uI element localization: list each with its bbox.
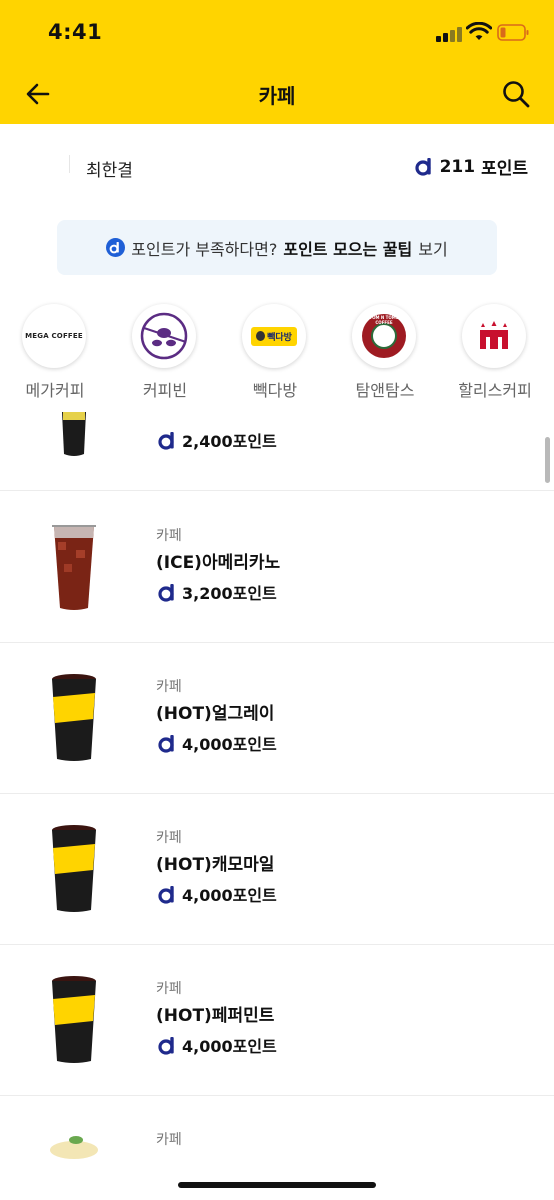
product-category: 카페	[156, 981, 182, 997]
hot-cup-image	[52, 825, 96, 912]
user-summary: 최한결 211 포인트	[0, 124, 554, 206]
tip-prefix: 포인트가 부족하다면?	[131, 239, 278, 259]
point-value: 211	[439, 156, 476, 177]
product-price: 4,000포인트	[158, 882, 277, 906]
product-name: (HOT)캐모마일	[156, 855, 275, 875]
brand-label: 할리스커피	[458, 381, 532, 400]
point-balance: 211 포인트	[414, 154, 528, 179]
product-item[interactable]: 카페 (HOT)페퍼민트 4,000포인트	[0, 945, 554, 1096]
product-item[interactable]: 카페 (HOT)캐모마일 4,000포인트	[0, 794, 554, 945]
product-price: 3,200포인트	[158, 580, 277, 604]
tip-highlight: 포인트 모으는 꿀팁	[283, 239, 413, 259]
d-point-icon	[158, 1036, 177, 1055]
product-category: 카페	[156, 830, 182, 846]
hot-cup-image	[52, 976, 96, 1063]
mega-coffee-logo: MEGA COFFEE	[22, 304, 86, 368]
tip-suffix: 보기	[418, 239, 448, 259]
tom-n-toms-logo: TOM N TOMS COFFEE	[352, 304, 416, 368]
signal-icon	[436, 26, 462, 42]
status-time: 4:41	[48, 20, 103, 44]
brand-mega-coffee[interactable]: MEGA COFFEE 메가커피	[0, 300, 110, 410]
brand-paik-dabang[interactable]: 빽다방 빽다방	[220, 300, 330, 410]
d-point-icon	[158, 431, 177, 450]
search-icon[interactable]	[500, 78, 532, 110]
wifi-icon	[466, 22, 492, 40]
scrollbar[interactable]	[545, 437, 550, 483]
d-point-icon	[158, 885, 177, 904]
battery-icon	[497, 24, 529, 41]
coffee-cup-image	[62, 412, 86, 456]
d-point-icon	[158, 583, 177, 602]
product-name: (ICE)아메리카노	[156, 553, 281, 573]
brand-hollys[interactable]: 할리스커피	[440, 300, 550, 410]
point-unit: 포인트	[481, 159, 528, 179]
paik-dabang-logo: 빽다방	[242, 304, 306, 368]
hollys-logo	[462, 304, 526, 368]
brand-tom-n-toms[interactable]: TOM N TOMS COFFEE 탐앤탐스	[330, 300, 440, 410]
product-price: 4,000포인트	[158, 731, 277, 755]
product-category: 카페	[156, 679, 182, 695]
avatar	[24, 145, 70, 191]
user-name: 최한결	[86, 161, 133, 181]
product-category: 카페	[156, 528, 182, 544]
hollys-icon	[480, 321, 508, 349]
product-price: 4,000포인트	[158, 1033, 277, 1057]
d-point-icon	[414, 157, 434, 176]
top-bar: 4:41 카페	[0, 0, 554, 124]
coffee-bean-icon	[140, 312, 188, 360]
d-point-icon	[158, 734, 177, 753]
product-price: 2,400포인트	[158, 428, 277, 452]
coffee-bean-logo	[132, 304, 196, 368]
brand-selector: MEGA COFFEE 메가커피 커피빈 빽다방 빽다방 TOM N TOMS …	[0, 300, 554, 410]
dessert-image	[50, 1136, 98, 1159]
home-indicator	[178, 1182, 376, 1188]
product-name: (HOT)얼그레이	[156, 704, 275, 724]
point-tip-banner[interactable]: 포인트가 부족하다면? 포인트 모으는 꿀팁 보기	[57, 220, 497, 275]
product-list: 2,400포인트 카페 (ICE)아메리카노 3,200포인트 카페 (HOT)…	[0, 410, 554, 1200]
product-category: 카페	[156, 1132, 182, 1148]
product-name: (HOT)페퍼민트	[156, 1006, 275, 1026]
iced-americano-image	[52, 525, 96, 610]
product-item[interactable]: 2,400포인트	[0, 410, 554, 491]
product-item[interactable]: 카페 (HOT)얼그레이 4,000포인트	[0, 643, 554, 794]
page-title: 카페	[258, 84, 296, 108]
d-point-icon	[106, 238, 126, 257]
hot-cup-image	[52, 674, 96, 761]
brand-coffee-bean[interactable]: 커피빈	[110, 300, 220, 410]
tom-n-toms-emblem-icon	[371, 323, 397, 349]
face-icon	[256, 331, 266, 341]
product-item[interactable]: 카페 (ICE)아메리카노 3,200포인트	[0, 492, 554, 643]
